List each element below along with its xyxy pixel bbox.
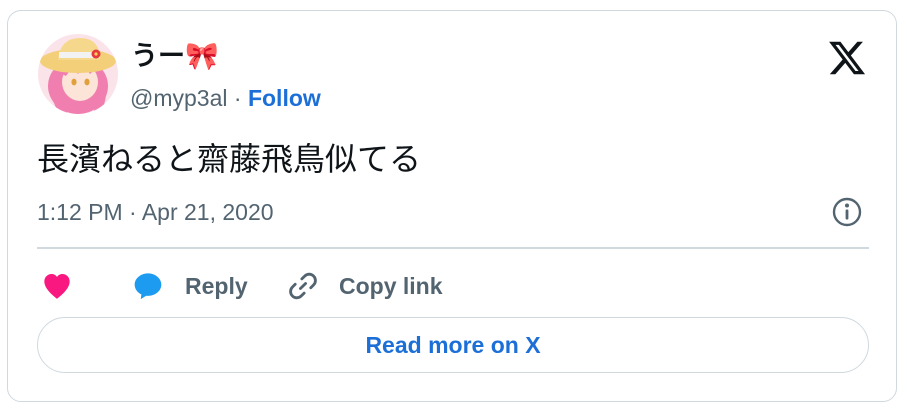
read-more-button[interactable]: Read more on X bbox=[37, 317, 869, 373]
separator-dot: · bbox=[233, 85, 242, 111]
handle-row: @myp3al · Follow bbox=[130, 83, 321, 113]
link-icon bbox=[289, 272, 317, 300]
avatar-image bbox=[38, 34, 118, 114]
x-logo-icon[interactable] bbox=[826, 38, 868, 78]
info-icon[interactable] bbox=[831, 196, 863, 228]
copy-link-button[interactable]: Copy link bbox=[286, 266, 443, 306]
reply-label: Reply bbox=[185, 272, 248, 299]
copy-link-label: Copy link bbox=[339, 272, 443, 299]
tweet-card: うー🎀 @myp3al · Follow 長濱ねると齋藤飛鳥似てる 1:12 P… bbox=[7, 10, 897, 402]
user-handle[interactable]: @myp3al bbox=[130, 85, 228, 111]
avatar[interactable] bbox=[38, 34, 118, 114]
follow-button[interactable]: Follow bbox=[248, 85, 321, 111]
like-button[interactable] bbox=[41, 266, 73, 306]
divider bbox=[37, 247, 869, 249]
tweet-text: 長濱ねると齋藤飛鳥似てる bbox=[37, 141, 422, 177]
read-more-label: Read more on X bbox=[365, 331, 541, 358]
speech-bubble-icon bbox=[134, 273, 162, 300]
heart-icon bbox=[44, 274, 70, 299]
reply-button[interactable]: Reply bbox=[131, 266, 248, 306]
tweet-timestamp[interactable]: 1:12 PM · Apr 21, 2020 bbox=[37, 197, 274, 227]
display-name[interactable]: うー🎀 bbox=[131, 39, 219, 73]
